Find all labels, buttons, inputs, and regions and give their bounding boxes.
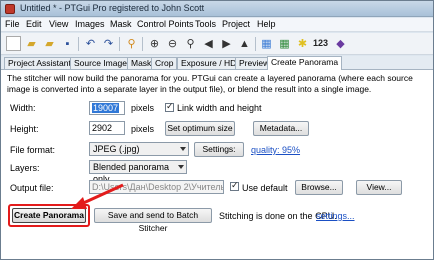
metadata-button[interactable]: Metadata...: [253, 121, 309, 136]
redo-icon[interactable]: ↷: [101, 36, 116, 51]
output-file-label: Output file:: [10, 183, 54, 193]
open-recent-icon[interactable]: ▰: [42, 36, 57, 51]
search-icon[interactable]: ⚲: [183, 36, 198, 51]
undo-icon[interactable]: ↶: [83, 36, 98, 51]
arrow-up-icon[interactable]: ▲: [237, 36, 252, 51]
chevron-down-icon: [180, 147, 186, 151]
toolbar: ▰ ▰ ▪ ↶ ↷ ⚲ ⊕ ⊖ ⚲ ◀ ▶ ▲ ▦ ▦ ✱ 123 ◆: [1, 33, 433, 55]
menu-help[interactable]: Help: [257, 19, 276, 29]
stitch-icon[interactable]: ⚲: [124, 36, 139, 51]
tab-source-images[interactable]: Source Images: [70, 57, 136, 69]
layers-select[interactable]: Blended panorama only: [89, 160, 187, 184]
format-settings-button[interactable]: Settings:: [194, 142, 244, 157]
quality-link[interactable]: quality: 95%: [251, 145, 300, 155]
zoom-in-icon[interactable]: ⊕: [147, 36, 162, 51]
link-width-height-label: Link width and height: [177, 103, 262, 113]
tab-bar: Project Assistant Source Images Mask Cro…: [1, 56, 433, 70]
app-icon: [5, 4, 15, 14]
menu-images[interactable]: Images: [75, 19, 105, 29]
zoom-out-icon[interactable]: ⊖: [165, 36, 180, 51]
intro-text: The stitcher will now build the panorama…: [7, 73, 413, 94]
spreadsheet-icon[interactable]: ▦: [277, 36, 292, 51]
menu-file[interactable]: File: [5, 19, 20, 29]
table-icon[interactable]: ▦: [259, 36, 274, 51]
menu-mask[interactable]: Mask: [110, 19, 132, 29]
menu-edit[interactable]: Edit: [26, 19, 42, 29]
width-unit-label: pixels: [131, 103, 155, 113]
view-button[interactable]: View...: [356, 180, 402, 195]
arrow-right-icon[interactable]: ▶: [219, 36, 234, 51]
width-input[interactable]: 19007: [89, 101, 125, 115]
file-format-select[interactable]: JPEG (.jpg): [89, 142, 189, 156]
file-format-label: File format:: [10, 145, 56, 155]
menu-view[interactable]: View: [49, 19, 68, 29]
browse-button[interactable]: Browse...: [295, 180, 343, 195]
create-panorama-panel: The stitcher will now build the panorama…: [1, 69, 433, 259]
book-icon[interactable]: ◆: [333, 36, 348, 51]
open-folder-icon[interactable]: ▰: [24, 36, 39, 51]
height-input[interactable]: 2902: [89, 121, 125, 135]
chevron-down-icon: [178, 165, 184, 169]
layers-label: Layers:: [10, 163, 40, 173]
lightbulb-icon[interactable]: ✱: [295, 36, 310, 51]
arrow-left-icon[interactable]: ◀: [201, 36, 216, 51]
ptgui-window: Untitled * - PTGui Pro registered to Joh…: [0, 0, 434, 260]
use-default-checkbox[interactable]: [230, 180, 239, 191]
save-icon[interactable]: ▪: [60, 36, 75, 51]
numbers-tool-label[interactable]: 123: [313, 38, 328, 48]
set-optimum-size-button[interactable]: Set optimum size: [165, 121, 235, 136]
tab-crop[interactable]: Crop: [151, 57, 178, 69]
height-label: Height:: [10, 124, 39, 134]
menu-project[interactable]: Project: [222, 19, 250, 29]
title-bar: Untitled * - PTGui Pro registered to Joh…: [1, 1, 433, 17]
menu-tools[interactable]: Tools: [195, 19, 216, 29]
use-default-label: Use default: [242, 183, 288, 193]
window-title: Untitled * - PTGui Pro registered to Joh…: [20, 3, 205, 13]
pointer-arrow-icon: [71, 183, 124, 209]
tab-project-assistant[interactable]: Project Assistant: [4, 57, 75, 69]
height-unit-label: pixels: [131, 124, 155, 134]
link-width-height-checkbox[interactable]: [165, 101, 174, 112]
menu-bar: File Edit View Images Mask Control Point…: [1, 18, 433, 32]
settings-link[interactable]: settings...: [316, 211, 355, 221]
tab-create-panorama[interactable]: Create Panorama: [267, 56, 343, 70]
width-label: Width:: [10, 103, 36, 113]
new-document-icon[interactable]: [6, 36, 21, 51]
menu-control-points[interactable]: Control Points: [137, 19, 194, 29]
